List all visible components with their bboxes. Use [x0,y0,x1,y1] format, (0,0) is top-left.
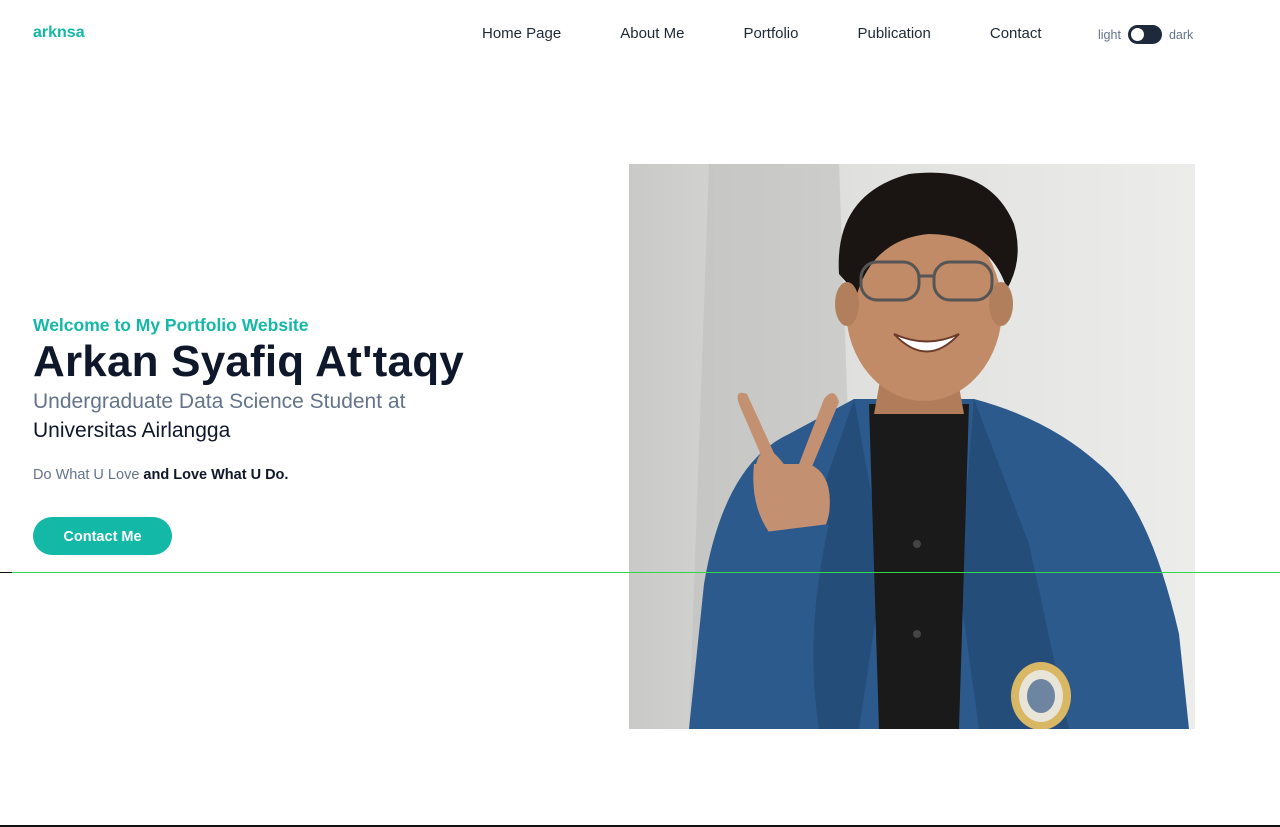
nav-item-home[interactable]: Home Page [482,25,561,42]
theme-dark-label: dark [1168,27,1194,42]
welcome-heading: Welcome to My Portfolio Website [33,315,309,335]
hero-motto: Do What U Love and Love What U Do. [33,466,593,484]
navbar: arknsa Home Page About Me Portfolio Publ… [0,0,1280,68]
brand-logo[interactable]: arknsa [33,24,85,42]
theme-switch-knob [1130,28,1144,41]
theme-light-label: light [1098,27,1121,42]
main-navigation: Home Page About Me Portfolio Publication… [482,25,1042,42]
nav-item-about[interactable]: About Me [620,25,684,42]
theme-switch[interactable] [1127,25,1162,44]
motto-plain: Do What U Love [33,467,144,483]
contact-me-button[interactable]: Contact Me [33,517,172,555]
nav-item-publication[interactable]: Publication [857,25,930,42]
hero-university: Universitas Airlangga [33,419,231,442]
motto-bold: and Love What U Do. [143,467,289,483]
nav-item-contact[interactable]: Contact [990,25,1042,42]
portrait-photo-icon [689,164,1189,729]
hero-section: Welcome to My Portfolio Website Arkan Sy… [33,315,593,555]
guide-line [0,572,1280,573]
nav-item-portfolio[interactable]: Portfolio [743,25,798,42]
hero-name: Arkan Syafiq At'taqy [33,337,464,386]
guide-tick [0,572,12,573]
theme-toggle: light dark [1098,25,1193,44]
hero-subtitle: Undergraduate Data Science Student at [33,390,406,413]
portrait-photo [629,164,1195,729]
